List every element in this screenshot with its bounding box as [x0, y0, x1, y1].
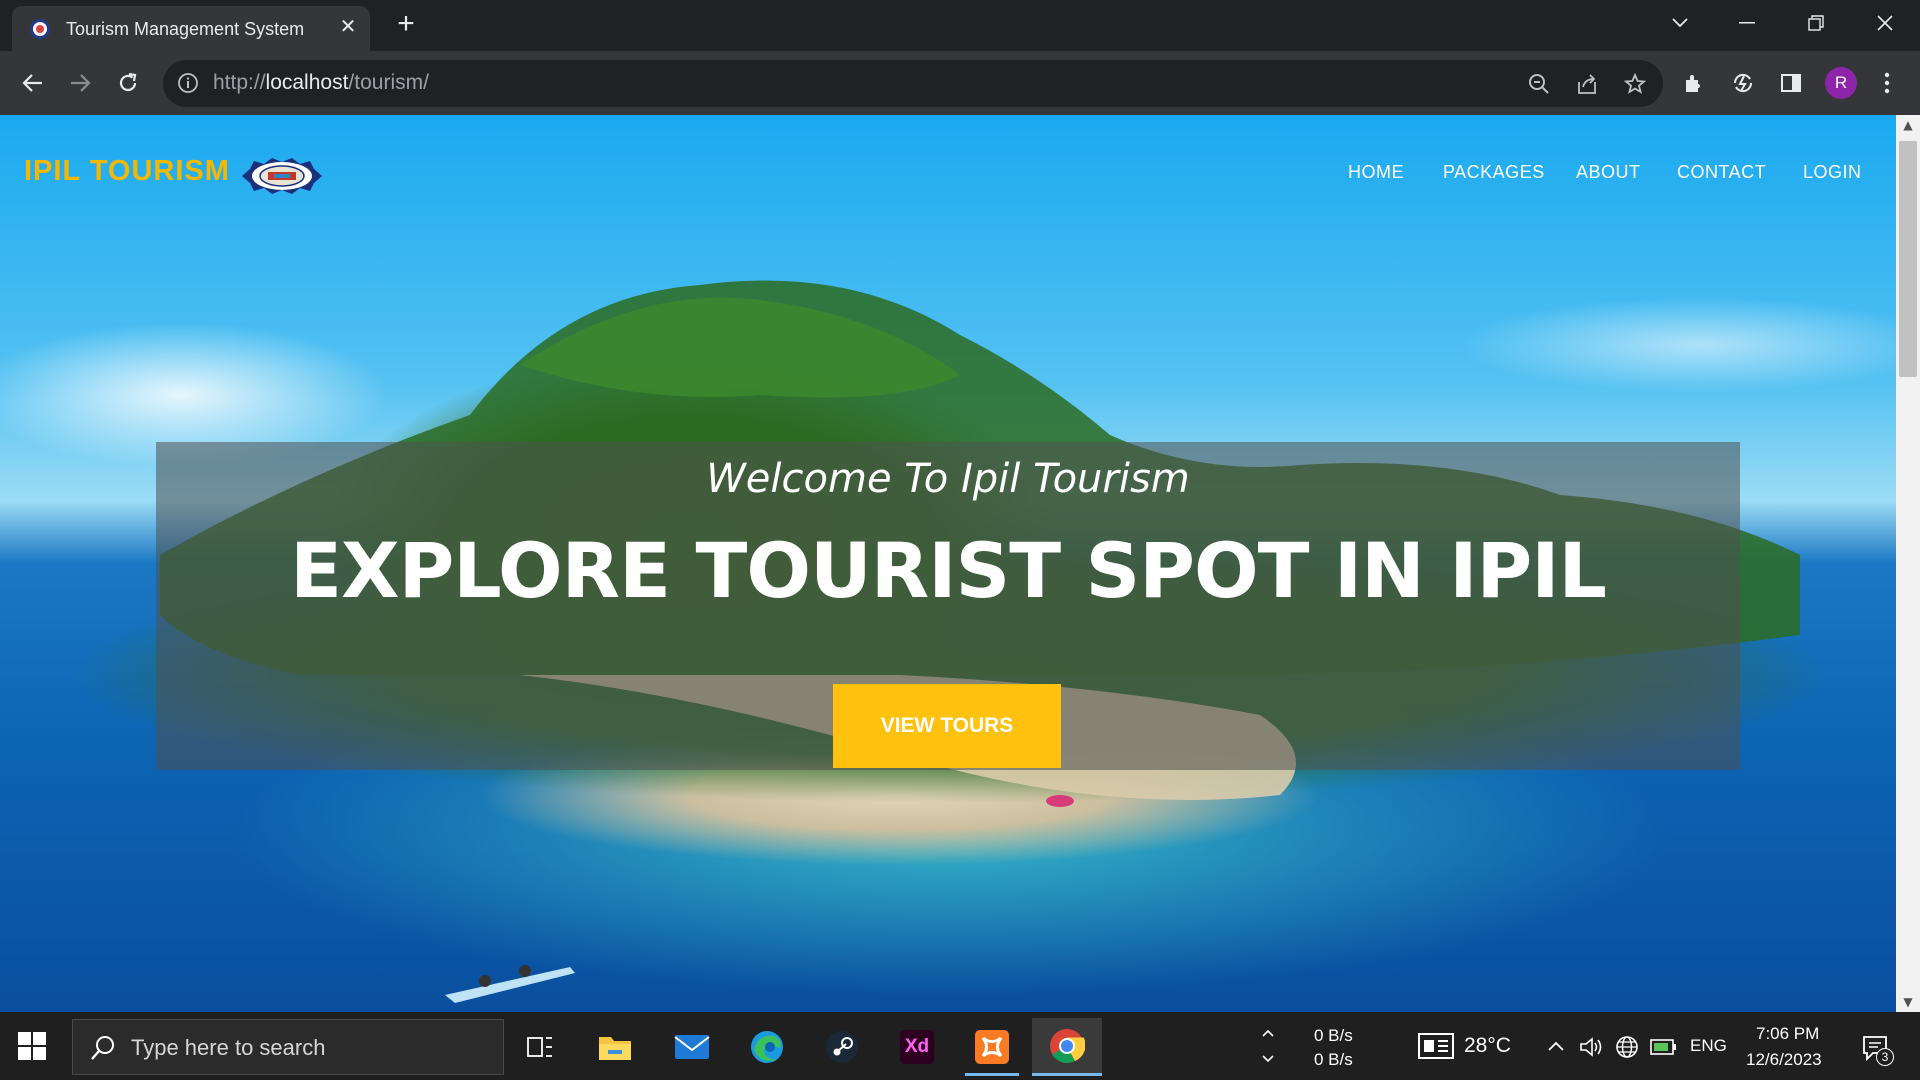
- back-button[interactable]: [17, 67, 49, 99]
- reload-button[interactable]: [112, 67, 144, 99]
- ipil-seal-logo: [242, 158, 322, 194]
- weather-news-icon[interactable]: [1416, 1032, 1456, 1060]
- bookmark-star-icon[interactable]: [1622, 71, 1648, 97]
- nav-packages[interactable]: PACKAGES: [1443, 162, 1545, 183]
- notification-count-badge: 3: [1876, 1048, 1894, 1066]
- xd-label: Xd: [900, 1030, 934, 1064]
- steam-icon[interactable]: [807, 1018, 877, 1076]
- nav-home[interactable]: HOME: [1348, 162, 1404, 183]
- address-bar[interactable]: http://localhost/tourism/: [163, 60, 1663, 107]
- close-window-button[interactable]: [1865, 8, 1905, 38]
- browser-tab-strip: Tourism Management System ✕ +: [0, 0, 1920, 51]
- task-view-icon[interactable]: [505, 1018, 575, 1076]
- url-scheme: http://: [213, 71, 266, 94]
- xampp-icon[interactable]: [957, 1018, 1027, 1076]
- tab-search-icon[interactable]: [1660, 8, 1700, 38]
- browser-tab[interactable]: Tourism Management System ✕: [12, 6, 370, 51]
- network-download-speed: 0 B/s: [1314, 1050, 1353, 1069]
- clock-date[interactable]: 12/6/2023: [1746, 1050, 1822, 1070]
- site-logo[interactable]: IPIL TOURISM: [24, 155, 230, 188]
- extension-bolt-icon[interactable]: [1727, 67, 1759, 99]
- network-upload-speed: 0 B/s: [1314, 1026, 1353, 1045]
- nav-contact[interactable]: CONTACT: [1677, 162, 1766, 183]
- edge-icon[interactable]: [732, 1018, 802, 1076]
- nav-login[interactable]: LOGIN: [1803, 162, 1862, 183]
- page-scrollbar[interactable]: ▲ ▼: [1896, 115, 1920, 1012]
- file-explorer-icon[interactable]: [580, 1018, 650, 1076]
- hero-banner: Welcome To Ipil Tourism EXPLORE TOURIST …: [156, 442, 1740, 770]
- adobe-xd-icon[interactable]: Xd: [882, 1018, 952, 1076]
- clock-time[interactable]: 7:06 PM: [1756, 1024, 1819, 1044]
- browser-toolbar: http://localhost/tourism/ R: [0, 51, 1920, 115]
- hero-title: EXPLORE TOURIST SPOT IN IPIL: [290, 526, 1607, 615]
- battery-icon[interactable]: [1650, 1034, 1678, 1060]
- tray-chevrons-icon[interactable]: [1258, 1024, 1278, 1068]
- minimize-button[interactable]: [1727, 8, 1767, 38]
- zoom-icon[interactable]: [1526, 71, 1552, 97]
- tab-title: Tourism Management System: [66, 19, 305, 39]
- menu-kebab-icon[interactable]: [1871, 67, 1903, 99]
- url-text[interactable]: http://localhost/tourism/: [213, 71, 429, 95]
- share-icon[interactable]: [1574, 71, 1600, 97]
- hero-welcome-text: Welcome To Ipil Tourism: [706, 456, 1190, 502]
- chrome-icon[interactable]: [1032, 1018, 1102, 1076]
- search-icon: [89, 1034, 117, 1062]
- side-panel-icon[interactable]: [1775, 67, 1807, 99]
- url-path: /tourism/: [348, 71, 429, 94]
- close-tab-icon[interactable]: ✕: [337, 15, 359, 37]
- search-placeholder: Type here to search: [131, 1035, 326, 1060]
- notifications-icon[interactable]: 3: [1858, 1030, 1894, 1066]
- profile-avatar[interactable]: R: [1825, 67, 1857, 99]
- input-language[interactable]: ENG: [1690, 1036, 1727, 1056]
- site-favicon-icon: [30, 19, 50, 39]
- page-viewport: IPIL TOURISM HOME PACKAGES ABOUT CONTACT…: [0, 115, 1896, 1012]
- nav-about[interactable]: ABOUT: [1576, 162, 1641, 183]
- windows-start-icon[interactable]: [18, 1032, 48, 1062]
- volume-icon[interactable]: [1578, 1034, 1604, 1060]
- network-globe-icon[interactable]: [1614, 1034, 1640, 1060]
- restore-button[interactable]: [1796, 8, 1836, 38]
- forward-button[interactable]: [64, 67, 96, 99]
- xampp-running-indicator: [965, 1073, 1019, 1076]
- extensions-icon[interactable]: [1678, 67, 1710, 99]
- scrollbar-thumb[interactable]: [1899, 141, 1917, 377]
- url-host: localhost: [265, 71, 349, 94]
- scroll-down-arrow-icon[interactable]: ▼: [1896, 992, 1920, 1012]
- new-tab-button[interactable]: +: [392, 9, 420, 39]
- show-hidden-icons-icon[interactable]: [1544, 1034, 1568, 1058]
- temperature[interactable]: 28°C: [1464, 1034, 1511, 1058]
- view-tours-button[interactable]: VIEW TOURS: [833, 684, 1061, 768]
- scroll-up-arrow-icon[interactable]: ▲: [1896, 115, 1920, 135]
- windows-taskbar: Type here to search Xd 0 B/s 0 B/s 28°C: [0, 1012, 1920, 1080]
- mail-icon[interactable]: [657, 1018, 727, 1076]
- site-info-icon[interactable]: [177, 72, 199, 94]
- taskbar-search-box[interactable]: Type here to search: [72, 1019, 504, 1075]
